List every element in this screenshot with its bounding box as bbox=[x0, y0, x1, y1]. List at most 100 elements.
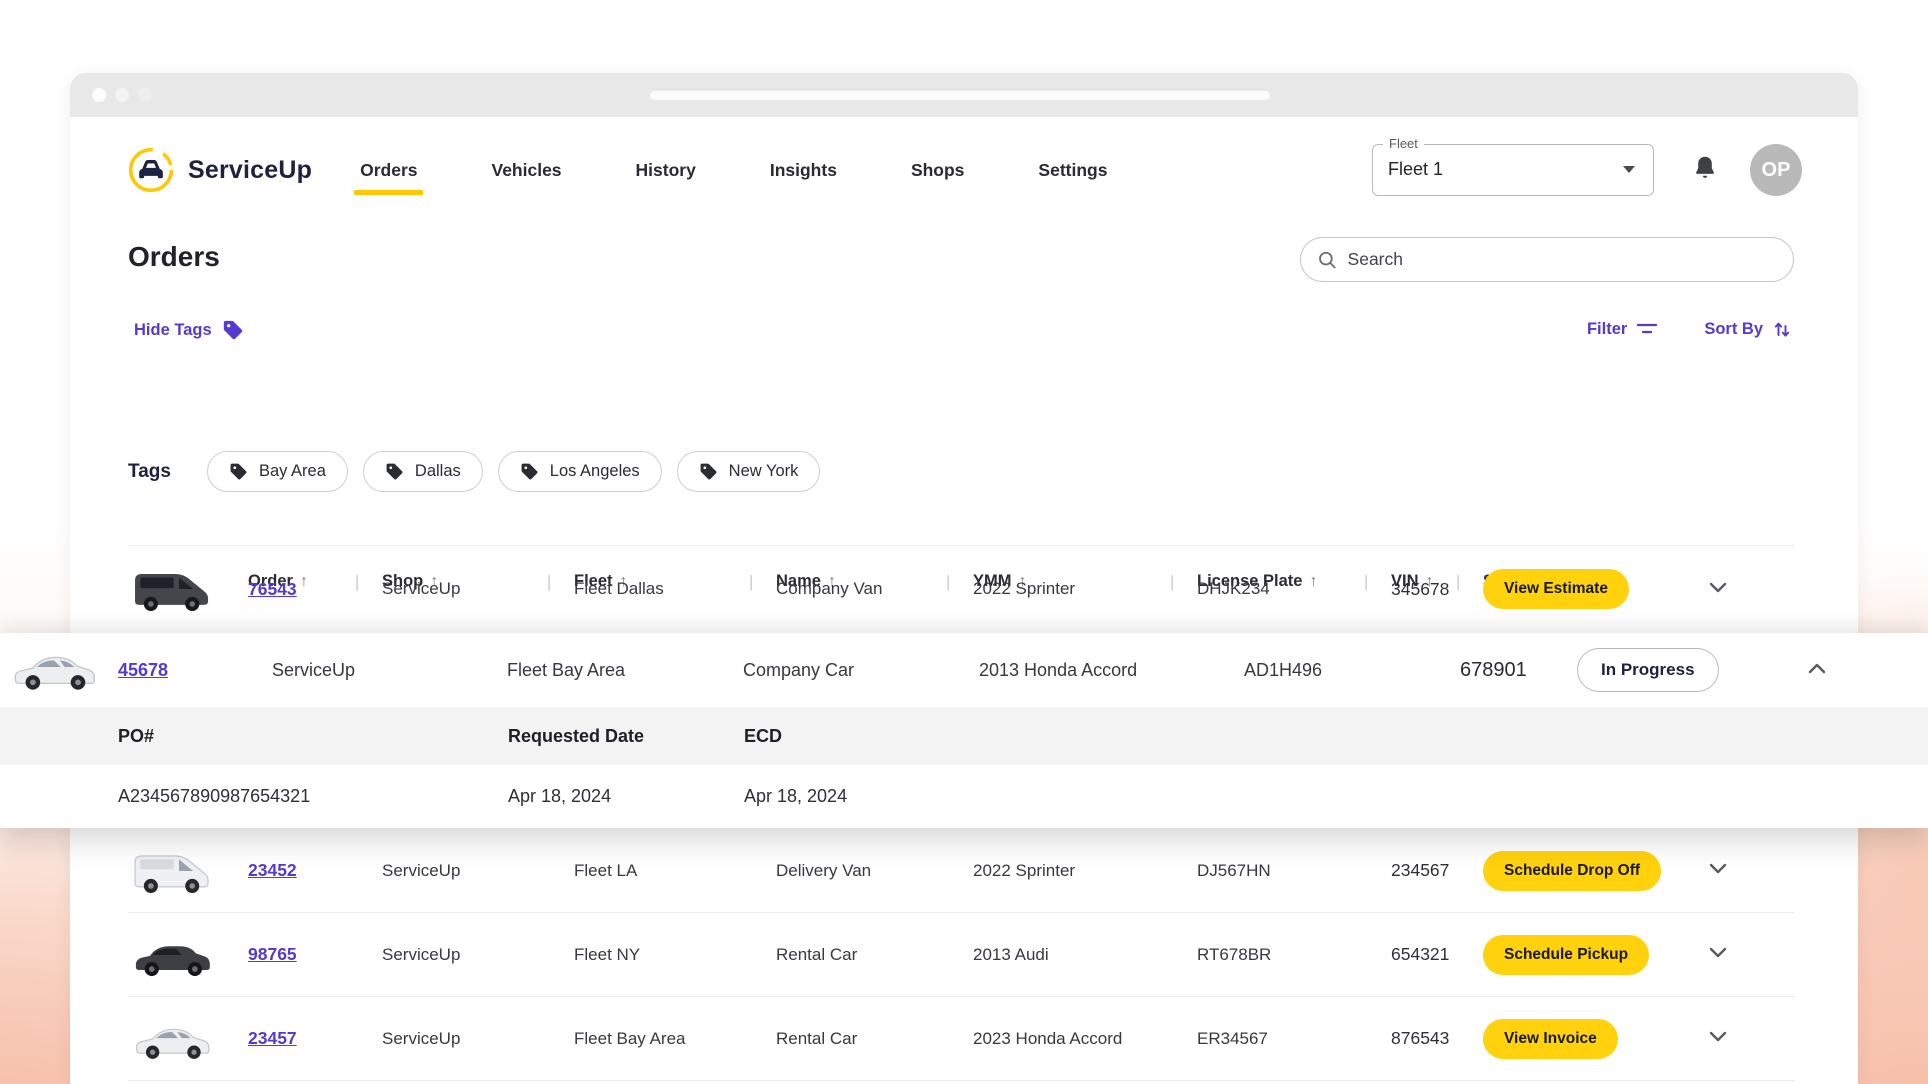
schedule-drop-off-button[interactable]: Schedule Drop Off bbox=[1483, 851, 1661, 891]
fleet-cell: Fleet Bay Area bbox=[574, 1029, 776, 1049]
filter-icon bbox=[1636, 320, 1658, 338]
nav-tab-vehicles[interactable]: Vehicles bbox=[489, 154, 563, 187]
traffic-light-close-icon[interactable] bbox=[92, 88, 106, 102]
shop-cell: ServiceUp bbox=[272, 660, 507, 681]
ymm-cell: 2022 Sprinter bbox=[973, 861, 1197, 881]
schedule-pickup-button[interactable]: Schedule Pickup bbox=[1483, 935, 1649, 975]
filter-button[interactable]: Filter bbox=[1587, 320, 1658, 339]
url-bar[interactable] bbox=[650, 91, 1270, 100]
hide-tags-label: Hide Tags bbox=[134, 321, 212, 340]
vehicle-image-company-van bbox=[128, 562, 216, 616]
search-box[interactable] bbox=[1300, 237, 1794, 282]
nav-tab-shops[interactable]: Shops bbox=[909, 154, 966, 187]
fleet-select-label: Fleet bbox=[1383, 136, 1424, 151]
fleet-cell: Fleet Dallas bbox=[574, 579, 776, 599]
sort-icon bbox=[1772, 319, 1792, 339]
ecd-value: Apr 18, 2024 bbox=[744, 786, 1928, 807]
requested-date-header: Requested Date bbox=[508, 726, 744, 747]
tag-icon bbox=[385, 462, 404, 481]
view-estimate-button[interactable]: View Estimate bbox=[1483, 569, 1629, 609]
tags-row: Tags Bay Area Dallas Los Angeles New Yor… bbox=[128, 451, 835, 492]
view-invoice-button[interactable]: View Invoice bbox=[1483, 1019, 1618, 1059]
browser-window: ServiceUp Orders Vehicles History Insigh… bbox=[70, 73, 1858, 1084]
order-link[interactable]: 23457 bbox=[248, 1028, 382, 1049]
chevron-down-icon[interactable] bbox=[1707, 942, 1729, 962]
name-cell: Rental Car bbox=[776, 1029, 973, 1049]
top-nav: ServiceUp Orders Vehicles History Insigh… bbox=[128, 131, 1802, 209]
brand-name: ServiceUp bbox=[188, 156, 312, 185]
brand-logo[interactable]: ServiceUp bbox=[128, 146, 312, 194]
vehicle-image-company-car bbox=[6, 639, 102, 697]
vehicle-image-rental-sedan bbox=[128, 1012, 216, 1066]
shop-cell: ServiceUp bbox=[382, 945, 574, 965]
tag-pill-label: Dallas bbox=[415, 462, 461, 481]
license-plate-cell: AD1H496 bbox=[1244, 660, 1460, 681]
table-row[interactable]: 98765 ServiceUp Fleet NY Rental Car 2013… bbox=[128, 913, 1795, 997]
fleet-select[interactable]: Fleet Fleet 1 bbox=[1372, 144, 1654, 196]
tag-icon bbox=[520, 462, 539, 481]
tag-pill-bay-area[interactable]: Bay Area bbox=[207, 451, 348, 492]
license-plate-cell: DHJK234 bbox=[1197, 579, 1391, 599]
traffic-light-minimize-icon[interactable] bbox=[115, 88, 129, 102]
table-row[interactable]: 76543 ServiceUp Fleet Dallas Company Van… bbox=[128, 546, 1795, 632]
vin-cell: 345678 bbox=[1391, 579, 1483, 600]
fleet-select-arrow-icon bbox=[1623, 166, 1635, 173]
chevron-down-icon[interactable] bbox=[1707, 577, 1729, 597]
table-actions: Filter Sort By bbox=[1587, 319, 1792, 339]
ecd-header: ECD bbox=[744, 726, 1928, 747]
order-link[interactable]: 76543 bbox=[248, 579, 382, 600]
vin-cell: 678901 bbox=[1460, 659, 1577, 682]
notifications-button[interactable] bbox=[1692, 154, 1718, 187]
search-icon bbox=[1317, 249, 1338, 271]
tag-pill-los-angeles[interactable]: Los Angeles bbox=[498, 451, 662, 492]
requested-date-value: Apr 18, 2024 bbox=[508, 786, 744, 807]
chevron-up-icon[interactable] bbox=[1806, 658, 1828, 678]
tag-icon bbox=[229, 462, 248, 481]
name-cell: Delivery Van bbox=[776, 861, 973, 881]
tag-pill-new-york[interactable]: New York bbox=[677, 451, 821, 492]
search-input[interactable] bbox=[1348, 249, 1777, 270]
license-plate-cell: DJ567HN bbox=[1197, 861, 1391, 881]
order-details-values: A234567890987654321 Apr 18, 2024 Apr 18,… bbox=[0, 765, 1928, 828]
tag-icon bbox=[222, 319, 244, 341]
in-progress-status-badge[interactable]: In Progress bbox=[1577, 648, 1719, 692]
table-row[interactable]: 23452 ServiceUp Fleet LA Delivery Van 20… bbox=[128, 829, 1795, 913]
name-cell: Company Car bbox=[743, 660, 979, 681]
po-number-header: PO# bbox=[118, 726, 508, 747]
ymm-cell: 2013 Honda Accord bbox=[979, 660, 1244, 681]
tag-pill-dallas[interactable]: Dallas bbox=[363, 451, 483, 492]
table-row[interactable]: 23457 ServiceUp Fleet Bay Area Rental Ca… bbox=[128, 997, 1795, 1081]
chevron-down-icon[interactable] bbox=[1707, 1026, 1729, 1046]
tag-pill-label: New York bbox=[729, 462, 799, 481]
nav-tab-settings[interactable]: Settings bbox=[1036, 154, 1109, 187]
order-link[interactable]: 98765 bbox=[248, 944, 382, 965]
traffic-lights[interactable] bbox=[92, 88, 152, 102]
sort-by-button[interactable]: Sort By bbox=[1704, 319, 1792, 339]
ymm-cell: 2023 Honda Accord bbox=[973, 1029, 1197, 1049]
expanded-order-panel: 45678 ServiceUp Fleet Bay Area Company C… bbox=[0, 633, 1928, 828]
vin-cell: 876543 bbox=[1391, 1028, 1483, 1049]
table-body: 23452 ServiceUp Fleet LA Delivery Van 20… bbox=[128, 829, 1795, 1081]
table-row-expanded[interactable]: 45678 ServiceUp Fleet Bay Area Company C… bbox=[0, 633, 1928, 707]
order-link[interactable]: 45678 bbox=[118, 660, 272, 681]
license-plate-cell: RT678BR bbox=[1197, 945, 1391, 965]
browser-chrome bbox=[70, 73, 1858, 117]
vin-cell: 654321 bbox=[1391, 944, 1483, 965]
ymm-cell: 2022 Sprinter bbox=[973, 579, 1197, 599]
hide-tags-button[interactable]: Hide Tags bbox=[134, 319, 244, 341]
name-cell: Company Van bbox=[776, 579, 973, 599]
avatar[interactable]: OP bbox=[1750, 144, 1802, 196]
fleet-select-value: Fleet 1 bbox=[1388, 159, 1443, 180]
nav-tab-history[interactable]: History bbox=[634, 154, 698, 187]
vehicle-image-delivery-van bbox=[128, 844, 216, 898]
sort-by-label: Sort By bbox=[1704, 320, 1763, 339]
tags-label: Tags bbox=[128, 461, 171, 483]
nav-tab-insights[interactable]: Insights bbox=[768, 154, 839, 187]
shop-cell: ServiceUp bbox=[382, 861, 574, 881]
order-link[interactable]: 23452 bbox=[248, 860, 382, 881]
traffic-light-zoom-icon[interactable] bbox=[138, 88, 152, 102]
tag-icon bbox=[699, 462, 718, 481]
chevron-down-icon[interactable] bbox=[1707, 858, 1729, 878]
ymm-cell: 2013 Audi bbox=[973, 945, 1197, 965]
nav-tab-orders[interactable]: Orders bbox=[358, 154, 419, 187]
